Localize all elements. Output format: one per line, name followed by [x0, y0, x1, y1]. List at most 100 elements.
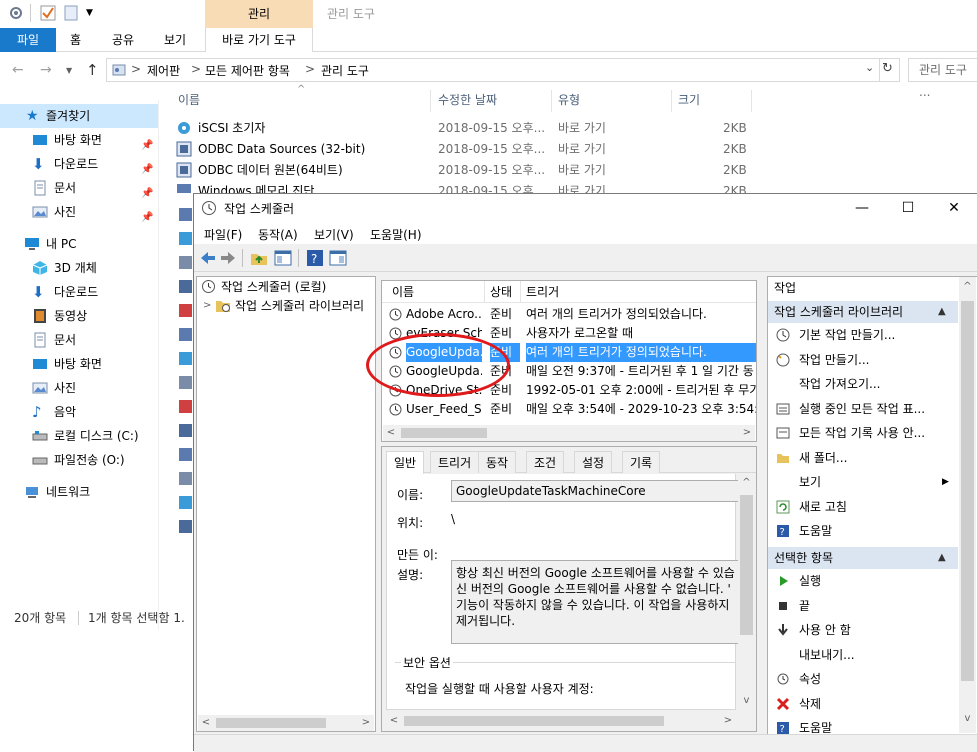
tab-triggers[interactable]: 트리거 [430, 451, 480, 473]
nav-this-pc[interactable]: 내 PC [0, 232, 158, 256]
detail-horizontal-scrollbar[interactable]: < > [386, 713, 736, 729]
help-icon[interactable]: ? [306, 249, 324, 267]
tab-actions[interactable]: 동작 [478, 451, 517, 473]
ribbon-context-tab[interactable]: 관리 [205, 0, 313, 28]
action-item[interactable]: 삭제 [768, 692, 958, 716]
scroll-thumb[interactable] [401, 428, 487, 438]
nav-quick-documents[interactable]: 문서 📌 [0, 176, 158, 200]
column-header-trigger[interactable]: 트리거 [526, 281, 559, 303]
tab-file[interactable]: 파일 [0, 28, 56, 52]
title-bar[interactable]: 작업 스케줄러 — ☐ ✕ [194, 194, 977, 222]
tab-view[interactable]: 보기 [164, 28, 186, 52]
task-row[interactable]: GoogleUpda... 준비 매일 오전 9:37에 - 트리거된 후 1 일 … [382, 362, 756, 381]
scroll-up-icon[interactable]: ^ [738, 477, 755, 488]
scroll-down-icon[interactable]: v [738, 695, 755, 706]
task-row[interactable]: GoogleUpda... 준비 여러 개의 트리거가 정의되었습니다. [382, 343, 756, 362]
actions-vertical-scrollbar[interactable]: ^ v [959, 277, 976, 733]
menu-help[interactable]: 도움말(H) [370, 226, 422, 243]
column-header-name[interactable]: 이름 [178, 88, 200, 112]
new-folder-icon[interactable] [64, 5, 78, 21]
nav-quick-pictures[interactable]: 사진 📌 [0, 200, 158, 224]
menu-view[interactable]: 보기(V) [314, 226, 354, 243]
tab-shortcut-tools[interactable]: 바로 가기 도구 [205, 28, 313, 52]
action-item[interactable]: 새로 고침 [768, 495, 958, 519]
checkmark-icon[interactable] [40, 5, 56, 21]
tab-share[interactable]: 공유 [112, 28, 134, 52]
back-arrow-icon[interactable]: ← [12, 62, 24, 78]
scroll-right-icon[interactable]: > [739, 425, 755, 441]
action-item[interactable]: 실행 중인 모든 작업 표... [768, 397, 958, 421]
file-row[interactable]: ODBC 데이터 원본(64비트) 2018-09-15 오후... 바로 가기… [176, 160, 747, 181]
action-item[interactable]: 내보내기... [768, 643, 958, 667]
nav-favorites[interactable]: ★ 즐겨찾기 [0, 104, 158, 128]
scroll-up-icon[interactable]: ^ [959, 281, 976, 292]
menu-action[interactable]: 동작(A) [258, 226, 298, 243]
action-item[interactable]: 끝 [768, 594, 958, 618]
collapse-up-icon[interactable]: ▲ [938, 301, 946, 323]
task-row[interactable]: OneDrive St... 준비 1992-05-01 오후 2:00에 - 트리… [382, 381, 756, 400]
tab-settings[interactable]: 설정 [574, 451, 613, 473]
breadcrumb-all-items[interactable]: 모든 제어판 항목 [205, 62, 290, 79]
action-item[interactable]: 모든 작업 기록 사용 안... [768, 421, 958, 445]
nav-pc-3d[interactable]: 3D 개체 [0, 256, 158, 280]
nav-network[interactable]: 네트워크 [0, 480, 158, 504]
action-pane-icon[interactable] [329, 249, 347, 267]
address-dropdown-icon[interactable]: ⌄ [865, 61, 874, 74]
file-row[interactable]: Windows 메모리 진단 2018-09-15 오후... 바로 가기 2K… [176, 181, 746, 193]
column-header-size[interactable]: 크기 [678, 88, 700, 112]
back-arrow-icon[interactable] [199, 249, 217, 267]
action-item[interactable]: 기본 작업 만들기... [768, 323, 958, 347]
nav-pc-documents[interactable]: 문서 [0, 328, 158, 352]
collapse-up-icon[interactable]: ▲ [938, 547, 946, 569]
description-field[interactable]: 항상 최신 버전의 Google 소프트웨어를 사용할 수 있습 신 버전의 G… [451, 560, 741, 644]
nav-pc-desktop[interactable]: 바탕 화면 [0, 352, 158, 376]
action-item[interactable]: 사용 안 함 [768, 618, 958, 642]
scroll-down-icon[interactable]: v [959, 713, 976, 724]
scroll-thumb[interactable] [961, 301, 974, 681]
forward-arrow-icon[interactable] [219, 249, 237, 267]
action-item[interactable]: 보기 ▶ [768, 470, 958, 494]
scroll-left-icon[interactable]: < [383, 425, 399, 441]
tab-home[interactable]: 홈 [70, 28, 81, 52]
breadcrumb-control-panel[interactable]: 제어판 [147, 62, 180, 79]
minimize-button[interactable]: — [839, 194, 885, 222]
up-arrow-icon[interactable]: ↑ [86, 61, 99, 79]
task-row[interactable]: Adobe Acro... 준비 여러 개의 트리거가 정의되었습니다. [382, 305, 756, 324]
qat-dropdown-icon[interactable]: ▼ [86, 8, 93, 18]
chevron-right-icon[interactable]: > [203, 297, 211, 315]
action-item[interactable]: 작업 가져오기... [768, 372, 958, 396]
action-item[interactable]: 작업 만들기... [768, 348, 958, 372]
address-bar[interactable]: > 제어판 > 모든 제어판 항목 > 관리 도구 ⌄ [106, 58, 880, 82]
nav-pc-videos[interactable]: 동영상 [0, 304, 158, 328]
tab-conditions[interactable]: 조건 [526, 451, 565, 473]
search-input[interactable]: 관리 도구 ... [908, 58, 977, 99]
column-header-status[interactable]: 상태 [490, 281, 512, 303]
nav-pc-music[interactable]: ♪ 음악 [0, 400, 158, 424]
tree-horizontal-scrollbar[interactable]: < > [198, 715, 374, 731]
maximize-button[interactable]: ☐ [885, 194, 931, 222]
task-list-horizontal-scrollbar[interactable]: < > [383, 425, 755, 441]
scroll-right-icon[interactable]: > [358, 715, 374, 731]
task-row[interactable]: User_Feed_S... 준비 매일 오후 3:54에 - 2029-10-23… [382, 400, 756, 419]
nav-pc-pictures[interactable]: 사진 [0, 376, 158, 400]
scroll-right-icon[interactable]: > [720, 713, 736, 729]
close-button[interactable]: ✕ [931, 194, 977, 222]
nav-quick-downloads[interactable]: ⬇ 다운로드 📌 [0, 152, 158, 176]
nav-pc-local-disk[interactable]: 로컬 디스크 (C:) [0, 424, 158, 448]
column-header-name[interactable]: 이름 [392, 281, 414, 303]
scroll-left-icon[interactable]: < [198, 715, 214, 731]
properties-icon[interactable] [8, 5, 24, 21]
forward-arrow-icon[interactable]: → [40, 62, 52, 78]
column-header-date[interactable]: 수정한 날짜 [438, 88, 497, 112]
actions-section-selected[interactable]: 선택한 항목 ▲ [768, 547, 958, 569]
refresh-button[interactable]: ↻ [878, 58, 900, 82]
scroll-thumb[interactable] [216, 718, 326, 728]
column-header-type[interactable]: 유형 [558, 88, 580, 112]
tab-general[interactable]: 일반 [386, 451, 425, 474]
detail-vertical-scrollbar[interactable]: ^ v [738, 477, 755, 713]
breadcrumb-admin-tools[interactable]: 관리 도구 [321, 62, 369, 79]
nav-pc-transfer-drive[interactable]: 파일전송 (O:) [0, 448, 158, 472]
actions-section-library[interactable]: 작업 스케줄러 라이브러리 ▲ [768, 301, 958, 323]
task-row[interactable]: evEraser Sch... 준비 사용자가 로그온할 때 [382, 324, 756, 343]
file-row[interactable]: iSCSI 초기자 2018-09-15 오후... 바로 가기 2KB [176, 118, 747, 139]
